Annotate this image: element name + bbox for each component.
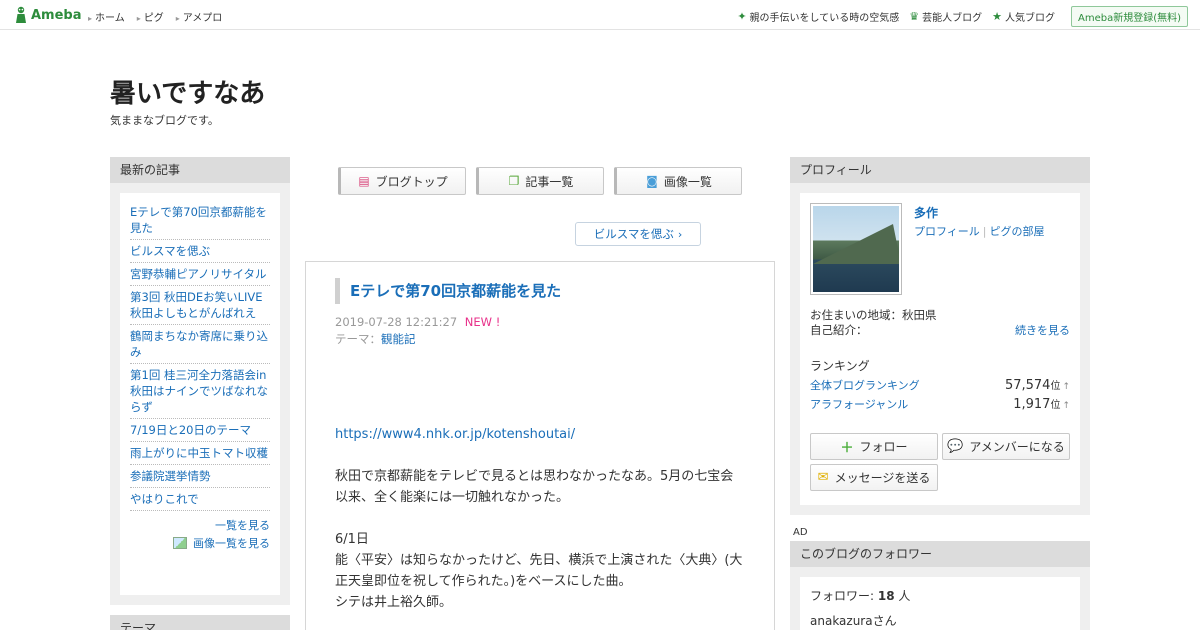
nav-trending-topic[interactable]: ✦ 親の手伝いをしている時の空気感	[737, 9, 899, 24]
envelope-icon: ✉	[817, 470, 829, 485]
ameba-logo[interactable]: Ameba	[14, 6, 82, 24]
header-nav: ホーム ピグ アメプロ	[88, 9, 234, 24]
latest-articles-heading: 最新の記事	[110, 157, 290, 183]
avatar[interactable]	[810, 203, 902, 295]
global-header: Ameba ホーム ピグ アメプロ ✦親の手伝いをしている時の空気感 ♛芸能人ブ…	[0, 0, 1200, 30]
ranking-genre-value: 1,917	[1013, 397, 1051, 412]
article-theme-link[interactable]: 観能記	[381, 332, 416, 346]
nav-pigg[interactable]: ピグ	[137, 9, 164, 24]
list-item[interactable]: 鶴岡まちなか寄席に乗り込み	[130, 325, 270, 364]
arrow-up-icon: ↑	[1062, 382, 1070, 392]
list-icon: ▤	[358, 174, 370, 188]
ranking-row: アラフォージャンル 1,917位 ↑	[810, 396, 1070, 412]
profile-inner: 多作 プロフィール | ピグの部屋 お住まいの地域：秋田県 自己紹介： 続きを見る …	[800, 193, 1080, 505]
list-item[interactable]: 7/19日と20日のテーマ	[130, 419, 270, 442]
theme-box: テーマ	[110, 615, 290, 630]
profile-intro-label: 自己紹介：	[810, 323, 868, 337]
crown-icon: ♛	[909, 10, 920, 23]
header-right: ✦ 親の手伝いをしている時の空気感 ♛ 芸能人ブログ ★ 人気ブログ Ameba新規登…	[727, 6, 1188, 27]
tab-article-list[interactable]: ❐ 記事一覧	[476, 167, 604, 195]
list-item[interactable]: 第1回 桂三河全力落語会in秋田はナインでツばなれならず	[130, 364, 270, 419]
profile-link[interactable]: プロフィール	[914, 225, 980, 238]
list-item[interactable]: 参議院選挙情勢	[130, 465, 270, 488]
sparkle-icon: ✦	[737, 10, 747, 23]
theme-heading: テーマ	[110, 615, 290, 630]
profile-heading: プロフィール	[790, 157, 1090, 183]
chat-bubble-icon: 💬	[947, 439, 964, 454]
copy-icon: ❐	[508, 174, 520, 188]
nav-home[interactable]: ホーム	[88, 9, 125, 24]
ranking-row: 全体ブログランキング 57,574位 ↑	[810, 377, 1070, 393]
article-entry: Eテレで第70回京都薪能を見た 2019-07-28 12:21:27 NEW …	[305, 261, 775, 630]
profile-box: プロフィール 多作 プロフィール | ピグの部屋 お住まいの地域：秋田県 自己紹介：…	[790, 157, 1090, 515]
new-badge: NEW !	[464, 315, 501, 329]
article-paragraph: 秋田で京都薪能をテレビで見るとは思わなかったなあ。5月の七宝会以来、全く能楽には…	[335, 469, 734, 505]
profile-links: プロフィール | ピグの部屋	[914, 225, 1045, 238]
latest-articles-box: 最新の記事 Eテレで第70回京都薪能を見た ビルスマを偲ぶ 宮野恭輔ピアノリサイ…	[110, 157, 290, 605]
all-images-link[interactable]: 画像一覧を見る	[130, 535, 270, 551]
followers-count: フォロワー: 18 人	[810, 589, 911, 603]
list-item[interactable]: 宮野恭輔ピアノリサイタル	[130, 263, 270, 286]
nav-popular-blogs[interactable]: ★ 人気ブログ	[992, 9, 1055, 24]
ameba-logo-icon	[16, 6, 26, 23]
plus-icon: ＋	[840, 441, 854, 456]
followers-inner: フォロワー: 18 人 anakazuraさん	[800, 577, 1080, 630]
list-item[interactable]: 雨上がりに中玉トマト収穫	[130, 442, 270, 465]
nav-amepro[interactable]: アメプロ	[176, 9, 223, 24]
logo-text: Ameba	[31, 7, 82, 23]
blog-tabs: ▤ ブログトップ ❐ 記事一覧 ◙ 画像一覧	[338, 167, 752, 195]
tab-image-list[interactable]: ◙ 画像一覧	[614, 167, 742, 195]
image-gallery-icon	[173, 537, 187, 549]
blog-description: 気ままなブログです。	[110, 114, 219, 127]
follow-button[interactable]: ＋フォロー	[810, 433, 938, 460]
article-body: https://www4.nhk.or.jp/kotenshoutai/ 秋田で…	[335, 424, 745, 613]
send-message-button[interactable]: ✉ メッセージを送る	[810, 464, 938, 491]
article-datetime: 2019-07-28 12:21:27	[335, 315, 458, 329]
profile-read-more-link[interactable]: 続きを見る	[1015, 322, 1070, 338]
chevron-right-icon: ›	[677, 227, 683, 241]
article-line: シテは井上裕久師。	[335, 595, 453, 610]
followers-heading: このブログのフォロワー	[790, 541, 1090, 567]
ranking-overall-value: 57,574	[1004, 378, 1051, 393]
article-line: 能〈平安〉は知らなかったけど、先日、横浜で上演された〈大典〉(大正天皇即位を祝し…	[335, 553, 743, 589]
list-item[interactable]: 第3回 秋田DEお笑いLIVE 秋田よしもとがんばれえ	[130, 286, 270, 325]
article-meta: 2019-07-28 12:21:27 NEW !	[335, 315, 500, 329]
latest-articles-inner: Eテレで第70回京都薪能を見た ビルスマを偲ぶ 宮野恭輔ピアノリサイタル 第3回…	[120, 193, 280, 595]
nav-celebrity-blogs[interactable]: ♛ 芸能人ブログ	[909, 9, 982, 24]
list-item[interactable]: ビルスマを偲ぶ	[130, 240, 270, 263]
star-icon: ★	[992, 10, 1002, 23]
all-articles-link[interactable]: 一覧を見る	[130, 517, 270, 533]
pigg-room-link[interactable]: ピグの部屋	[990, 225, 1045, 238]
list-item[interactable]: Eテレで第70回京都薪能を見た	[130, 201, 270, 240]
latest-articles-list: Eテレで第70回京都薪能を見た ビルスマを偲ぶ 宮野恭輔ピアノリサイタル 第3回…	[130, 201, 270, 511]
ad-label: AD	[793, 527, 808, 538]
arrow-up-icon: ↑	[1062, 401, 1070, 411]
article-theme: テーマ：観能記	[335, 332, 416, 346]
register-button[interactable]: Ameba新規登録(無料)	[1070, 6, 1188, 27]
blog-title[interactable]: 暑いですなあ	[110, 73, 265, 110]
camera-icon: ◙	[646, 174, 658, 188]
ranking-label: ランキング	[810, 359, 870, 373]
ranking-overall-link[interactable]: 全体ブログランキング	[810, 377, 920, 393]
follower-name[interactable]: anakazuraさん	[810, 612, 1070, 629]
avatar-photo	[813, 206, 899, 292]
ranking-genre-link[interactable]: アラフォージャンル	[810, 396, 908, 412]
article-line: 6/1日	[335, 532, 369, 547]
profile-location: お住まいの地域：秋田県	[810, 308, 937, 322]
article-url-link[interactable]: https://www4.nhk.or.jp/kotenshoutai/	[335, 427, 575, 442]
amember-button[interactable]: 💬 アメンバーになる	[942, 433, 1070, 460]
profile-name[interactable]: 多作	[914, 204, 938, 221]
tab-blog-top[interactable]: ▤ ブログトップ	[338, 167, 466, 195]
article-title[interactable]: Eテレで第70回京都薪能を見た	[335, 278, 561, 304]
next-article-button[interactable]: ビルスマを偲ぶ ›	[575, 222, 701, 246]
followers-box: このブログのフォロワー フォロワー: 18 人 anakazuraさん	[790, 541, 1090, 630]
list-item[interactable]: やはりこれで	[130, 488, 270, 511]
